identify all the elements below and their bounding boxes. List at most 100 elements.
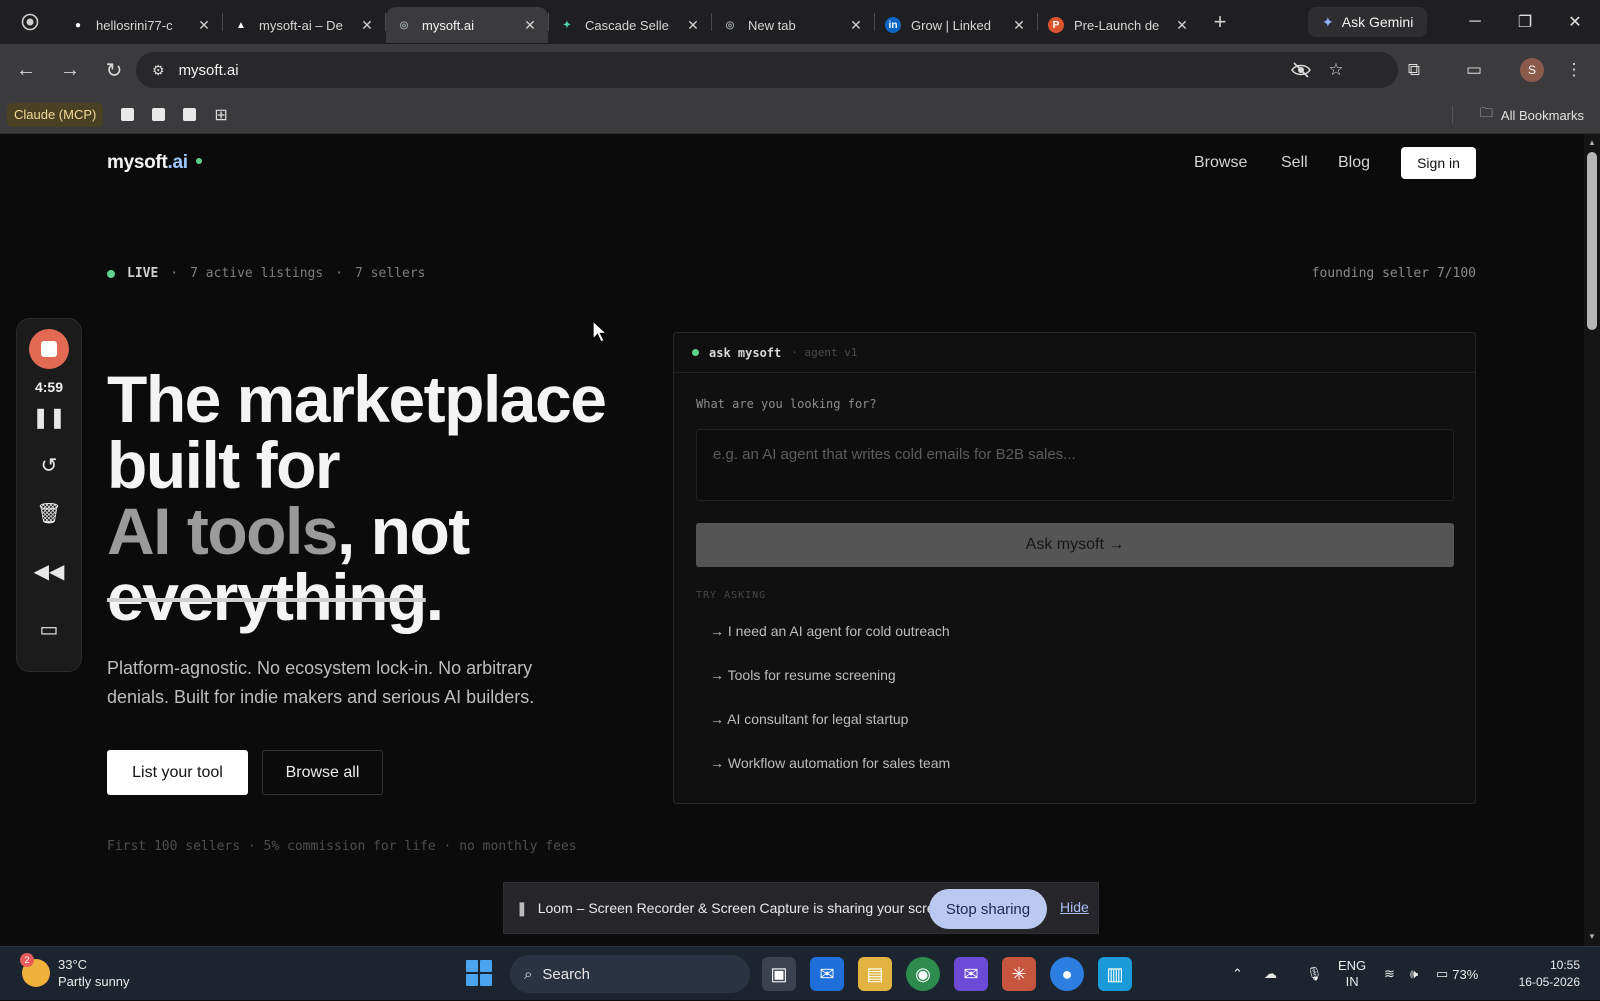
task-view-icon[interactable]: ▣ bbox=[762, 957, 796, 991]
scrollbar-thumb[interactable] bbox=[1587, 152, 1597, 330]
suggestion-item[interactable]: → I need an AI agent for cold outreach bbox=[710, 623, 950, 639]
close-tab-icon[interactable]: ✕ bbox=[522, 17, 538, 34]
close-window-button[interactable]: ✕ bbox=[1550, 0, 1600, 44]
rewind-icon[interactable]: ◀◀ bbox=[17, 559, 81, 584]
microphone-icon[interactable]: 🎙 bbox=[1306, 947, 1323, 1001]
browser-toolbar: ← → ↻ ⚙ mysoft.ai ☆ ⧉ ▭ S ⋮ bbox=[0, 44, 1600, 96]
browser-tab[interactable]: ▲ mysoft-ai – De ✕ bbox=[223, 7, 385, 43]
hero-line-3-rest: , not bbox=[337, 494, 470, 568]
page-scrollbar[interactable]: ▲ ▼ bbox=[1584, 134, 1600, 946]
close-tab-icon[interactable]: ✕ bbox=[359, 17, 375, 34]
tab-title: Pre-Launch de bbox=[1074, 17, 1160, 33]
taskbar-search[interactable]: ⌕ Search bbox=[510, 955, 750, 993]
globe-icon: ◎ bbox=[725, 19, 735, 31]
agent-status-dot bbox=[692, 349, 699, 356]
profile-button[interactable]: S bbox=[1514, 52, 1550, 88]
nav-sell[interactable]: Sell bbox=[1281, 154, 1308, 172]
hero-line-1: The marketplace bbox=[107, 362, 607, 436]
browser-tab[interactable]: ✦ Cascade Selle ✕ bbox=[549, 7, 711, 43]
extensions-icon[interactable]: ⧉ bbox=[1396, 52, 1432, 88]
ask-gemini-button[interactable]: ✦ Ask Gemini bbox=[1308, 7, 1428, 37]
pause-icon[interactable]: ❚❚ bbox=[17, 405, 81, 430]
bookmark-star-icon[interactable]: ☆ bbox=[1321, 52, 1351, 88]
tab-search-button[interactable] bbox=[0, 0, 60, 44]
clock-date: 16-05-2026 bbox=[1518, 975, 1580, 989]
status-separator: · bbox=[170, 266, 179, 281]
notepad-icon[interactable]: ▥ bbox=[1098, 957, 1132, 991]
onedrive-icon[interactable]: ☁ bbox=[1264, 947, 1277, 1001]
stop-sharing-button[interactable]: Stop sharing bbox=[929, 889, 1047, 929]
apps-grid-icon[interactable]: ⊞ bbox=[214, 105, 227, 125]
search-label: Search bbox=[542, 965, 590, 983]
bookmark-icon-2[interactable] bbox=[152, 108, 166, 121]
hero-strikethrough: everything bbox=[107, 560, 427, 634]
suggestion-item[interactable]: → Workflow automation for sales team bbox=[710, 755, 950, 771]
prompt-label: What are you looking for? bbox=[696, 397, 877, 411]
reload-button[interactable]: ↻ bbox=[96, 52, 132, 88]
bookmark-claude[interactable]: Claude (MCP) bbox=[7, 102, 104, 127]
browse-all-button[interactable]: Browse all bbox=[262, 750, 383, 795]
scroll-down-icon[interactable]: ▼ bbox=[1588, 932, 1596, 941]
close-tab-icon[interactable]: ✕ bbox=[685, 17, 701, 34]
close-tab-icon[interactable]: ✕ bbox=[1174, 17, 1190, 34]
globe-icon: ◎ bbox=[399, 19, 409, 31]
restart-icon[interactable]: ↺ bbox=[17, 453, 81, 478]
browser-tab[interactable]: in Grow | Linked ✕ bbox=[875, 7, 1037, 43]
sign-in-button[interactable]: Sign in bbox=[1401, 147, 1476, 179]
camera-icon[interactable]: ▭ bbox=[17, 617, 81, 642]
language-indicator[interactable]: ENG IN bbox=[1338, 947, 1366, 1001]
suggestion-item[interactable]: → Tools for resume screening bbox=[710, 667, 896, 683]
back-button[interactable]: ← bbox=[8, 52, 44, 88]
close-tab-icon[interactable]: ✕ bbox=[1011, 17, 1027, 34]
agent-query-input[interactable]: e.g. an AI agent that writes cold emails… bbox=[696, 429, 1454, 501]
list-your-tool-button[interactable]: List your tool bbox=[107, 750, 248, 795]
browser-tab[interactable]: P Pre-Launch de ✕ bbox=[1038, 7, 1200, 43]
close-tab-icon[interactable]: ✕ bbox=[848, 17, 864, 34]
nav-blog[interactable]: Blog bbox=[1338, 154, 1370, 172]
hero-line-3: AI tools, not bbox=[107, 498, 605, 564]
battery-indicator[interactable]: ▭ 73% bbox=[1436, 947, 1478, 1001]
bookmark-icon-3[interactable] bbox=[183, 108, 197, 121]
hide-banner-link[interactable]: Hide bbox=[1060, 899, 1089, 915]
trash-icon[interactable]: 🗑 bbox=[17, 501, 81, 526]
menu-kebab-icon[interactable]: ⋮ bbox=[1556, 52, 1592, 88]
all-bookmarks-label: All Bookmarks bbox=[1500, 107, 1584, 123]
browser-tab[interactable]: ◎ mysoft.ai ✕ bbox=[386, 7, 548, 43]
site-logo[interactable]: mysoft.ai bbox=[107, 152, 202, 174]
drag-handle-icon[interactable]: ❚ bbox=[516, 900, 528, 917]
clock[interactable]: 10:55 16-05-2026 bbox=[1519, 957, 1580, 991]
start-button[interactable] bbox=[466, 960, 492, 986]
ask-mysoft-button[interactable]: Ask mysoft → bbox=[696, 523, 1454, 567]
forward-button[interactable]: → bbox=[52, 52, 88, 88]
chrome-icon[interactable]: ◉ bbox=[906, 957, 940, 991]
app-icon[interactable]: ● bbox=[1050, 957, 1084, 991]
sellers-count: 7 sellers bbox=[355, 266, 426, 281]
volume-icon[interactable]: 🕪 bbox=[1410, 947, 1418, 1001]
bookmark-icon-1[interactable] bbox=[121, 108, 135, 121]
browser-tab[interactable]: ◎ New tab ✕ bbox=[712, 7, 874, 43]
claude-app-icon[interactable]: ✳ bbox=[1002, 957, 1036, 991]
recording-timer: 4:59 bbox=[34, 379, 64, 395]
all-bookmarks-button[interactable]: 🗀 All Bookmarks bbox=[1480, 96, 1584, 134]
minimize-button[interactable]: ─ bbox=[1450, 0, 1500, 44]
close-tab-icon[interactable]: ✕ bbox=[196, 17, 212, 34]
suggestion-item[interactable]: → AI consultant for legal startup bbox=[710, 711, 908, 727]
eye-off-icon[interactable] bbox=[1286, 52, 1316, 88]
founding-seller-count: founding seller 7/100 bbox=[1311, 266, 1476, 281]
new-tab-button[interactable]: + bbox=[1200, 9, 1240, 35]
restore-button[interactable]: ❐ bbox=[1500, 0, 1550, 44]
site-info-icon[interactable]: ⚙ bbox=[152, 62, 165, 79]
show-hidden-icons[interactable]: ⌃ bbox=[1232, 947, 1243, 1001]
file-explorer-icon[interactable]: ▤ bbox=[858, 957, 892, 991]
browser-tab[interactable]: ● hellosrini77-c ✕ bbox=[60, 7, 222, 43]
mail-icon[interactable]: ✉ bbox=[954, 957, 988, 991]
weather-widget[interactable]: 2 33°C Partly sunny bbox=[20, 953, 130, 990]
stop-recording-button[interactable] bbox=[29, 329, 69, 369]
clock-time: 10:55 bbox=[1549, 958, 1580, 972]
screen-capture-icon[interactable]: ▭ bbox=[1456, 52, 1492, 88]
outlook-icon[interactable]: ✉ bbox=[810, 957, 844, 991]
scroll-up-icon[interactable]: ▲ bbox=[1588, 138, 1596, 147]
nav-browse[interactable]: Browse bbox=[1194, 154, 1247, 172]
wifi-icon[interactable]: ≋ bbox=[1384, 947, 1395, 1001]
address-bar[interactable]: ⚙ mysoft.ai ☆ bbox=[136, 52, 1398, 88]
